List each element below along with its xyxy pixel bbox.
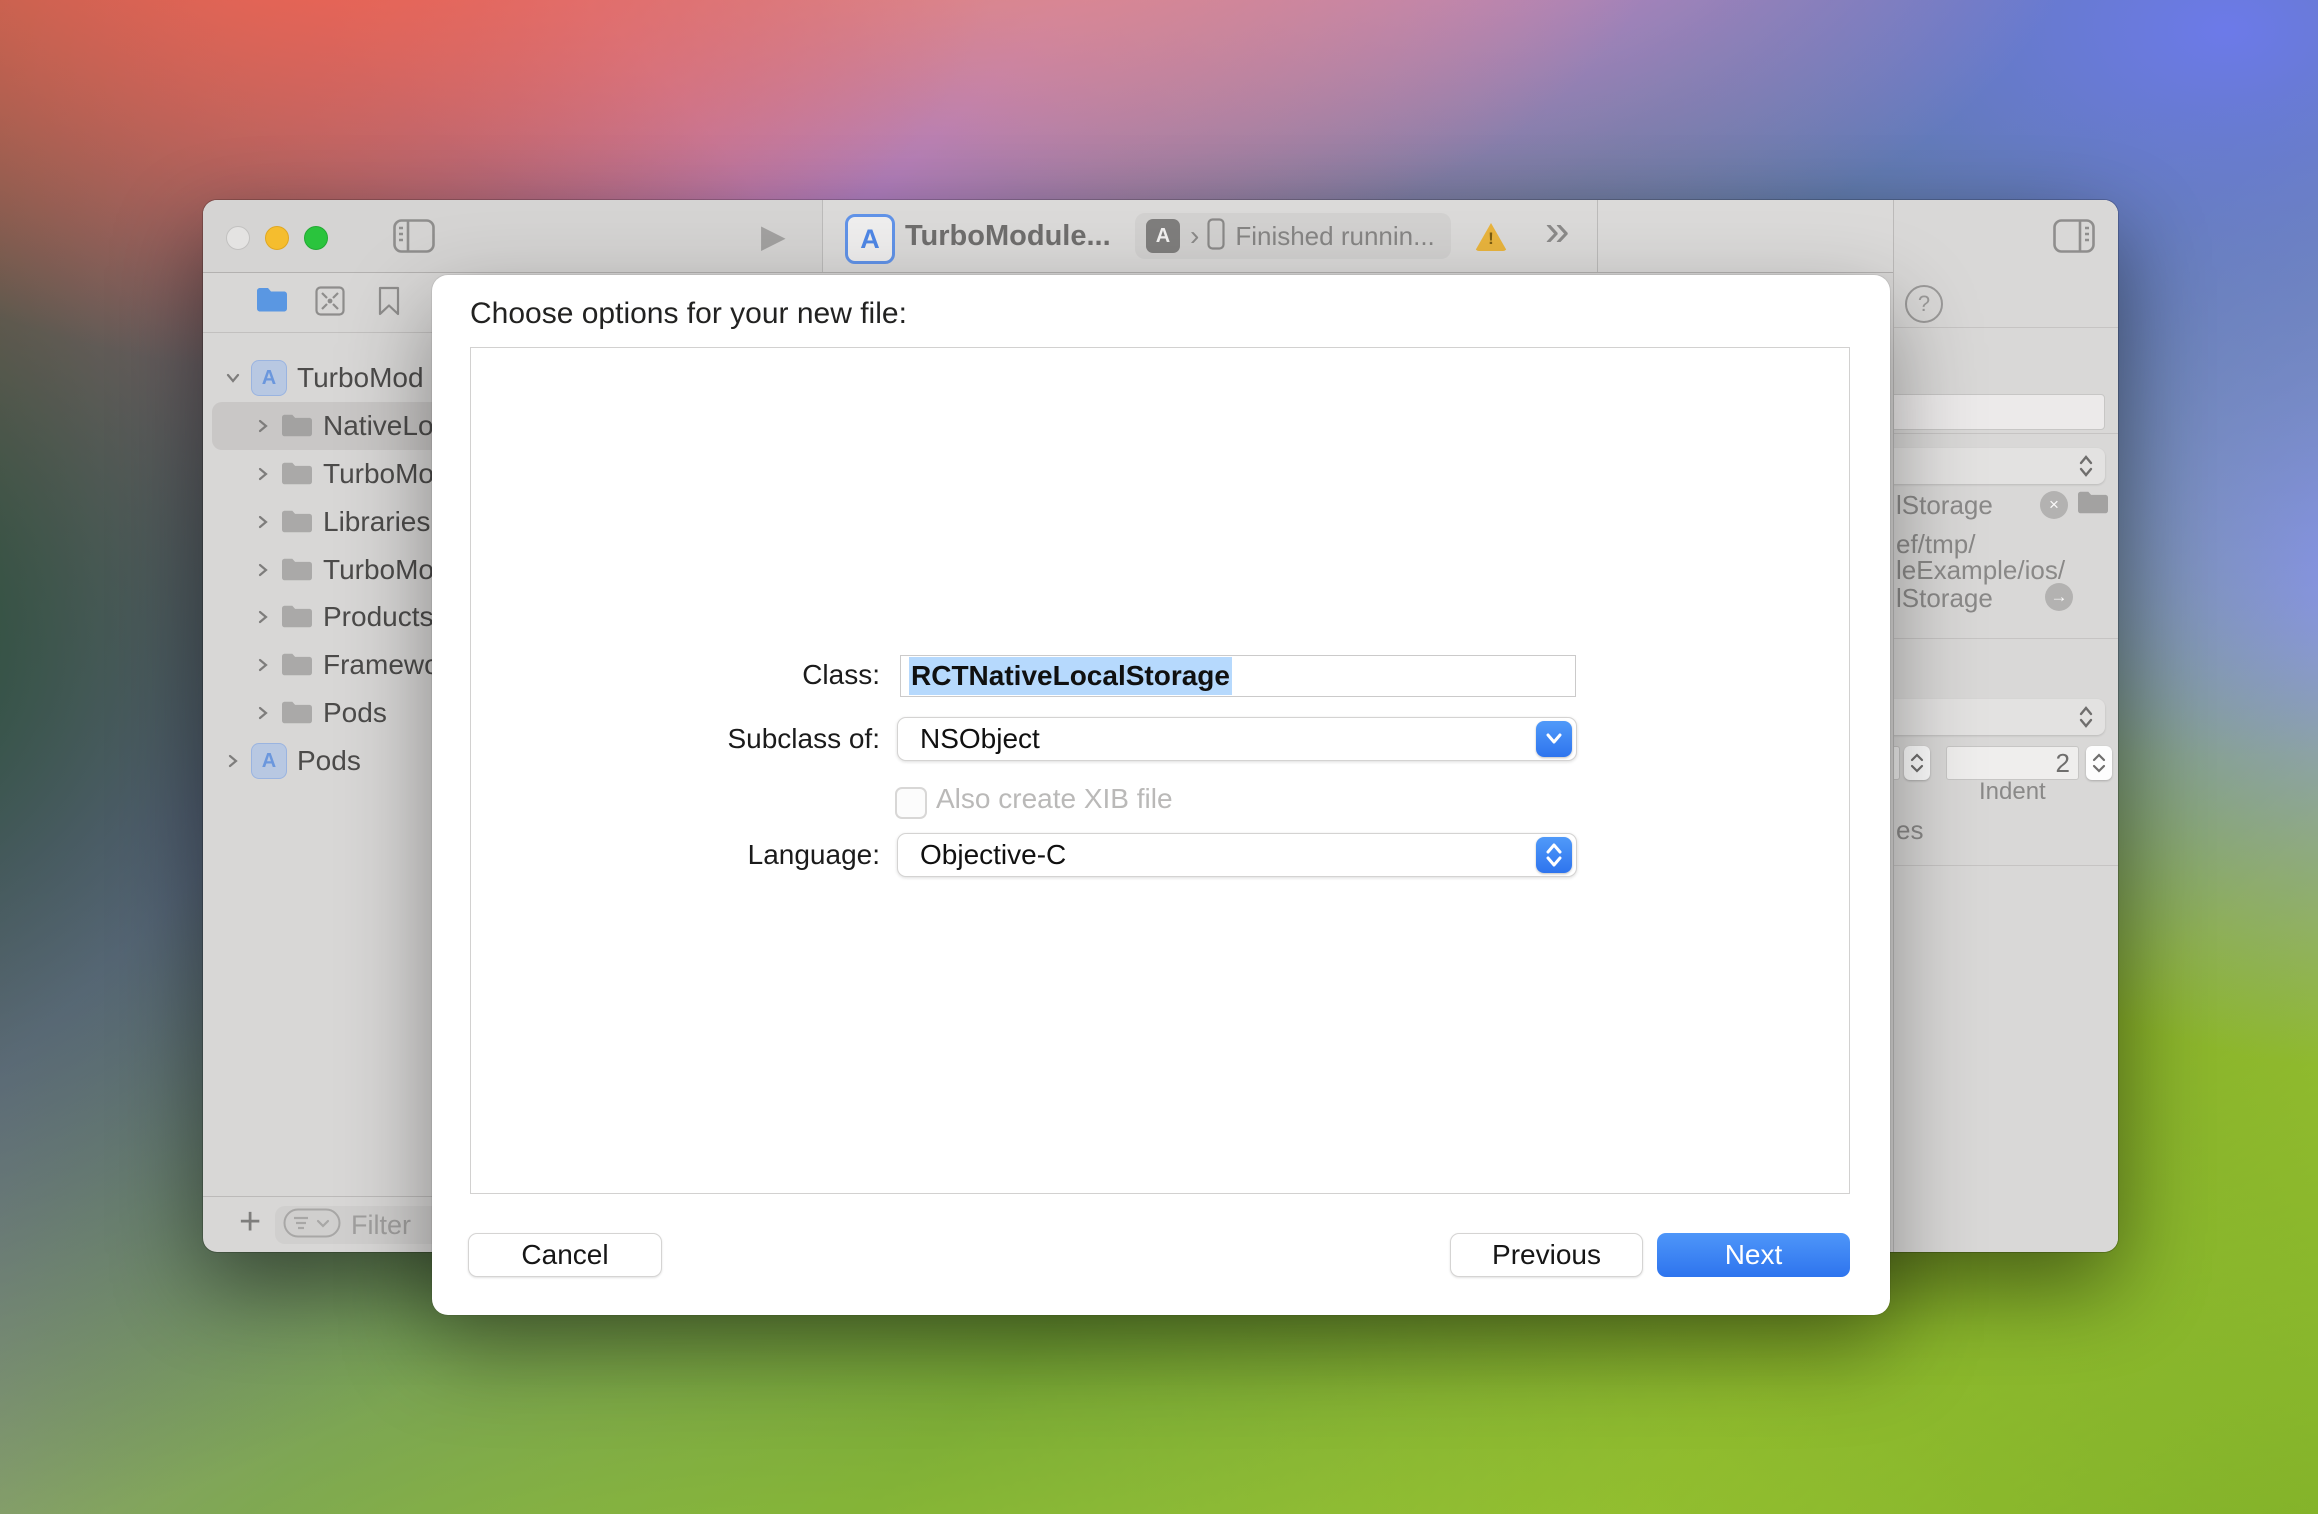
disclosure-chevron-right-icon[interactable]	[255, 514, 271, 530]
full-path-line: lStorage	[1896, 583, 1993, 614]
app-scheme-icon[interactable]: A	[845, 214, 895, 264]
help-button[interactable]: ?	[1905, 285, 1943, 323]
new-file-options-sheet: Choose options for your new file: Class:…	[432, 275, 1890, 1315]
folder-icon	[281, 700, 313, 726]
scheme-title[interactable]: TurboModule...	[905, 220, 1111, 253]
sheet-title: Choose options for your new file:	[470, 297, 907, 331]
subclass-label: Subclass of:	[632, 717, 880, 761]
breadcrumb-chevron-icon: ›	[1190, 220, 1199, 252]
sidebar-item-label: Products	[323, 601, 434, 633]
folder-icon	[281, 461, 313, 487]
project-navigator-icon[interactable]	[255, 286, 289, 319]
inspector-name-field[interactable]: lStorage	[1894, 394, 2105, 430]
combo-chevron-down-icon[interactable]	[1536, 721, 1572, 757]
folder-icon	[281, 413, 313, 439]
popup-updown-icon	[2077, 704, 2095, 737]
indent-value-field[interactable]: 2	[1946, 746, 2079, 780]
selected-text: RCTNativeLocalStorage	[909, 657, 1232, 695]
file-inspector-panel: ? lStorage Group lStorage × ef/tmp/ leEx…	[1894, 272, 2118, 1252]
disclosure-chevron-down-icon[interactable]	[225, 370, 241, 386]
inspector-divider	[1894, 865, 2118, 866]
disclosure-chevron-right-icon[interactable]	[225, 753, 241, 769]
indent-label: Indent	[1979, 778, 2046, 806]
inspector-panel-divider	[1893, 200, 1894, 1252]
folder-icon	[281, 652, 313, 678]
sidebar-item-label: Pods	[323, 697, 387, 729]
minimize-button[interactable]	[265, 226, 289, 250]
sidebar-item-label: NativeLo	[323, 410, 434, 442]
folder-icon	[281, 557, 313, 583]
inspector-toggle-icon[interactable]	[2053, 219, 2095, 258]
class-label: Class:	[632, 653, 880, 697]
location-popup[interactable]: Group	[1894, 448, 2105, 484]
inspector-name-value: lStorage	[1894, 397, 1895, 428]
wrap-lines-fragment: es	[1896, 815, 1923, 846]
width-value-field[interactable]: 2	[1894, 746, 1900, 780]
open-path-arrow-button[interactable]: →	[2045, 583, 2073, 611]
activity-status-pill[interactable]: A › Finished runnin...	[1135, 213, 1451, 259]
toolbar-separator	[1597, 200, 1598, 272]
disclosure-chevron-right-icon[interactable]	[255, 705, 271, 721]
text-settings-popup[interactable]	[1894, 699, 2105, 735]
add-item-button[interactable]: +	[239, 1201, 261, 1244]
device-icon	[1207, 218, 1225, 255]
indent-stepper[interactable]	[2086, 746, 2112, 780]
project-icon: A	[251, 360, 287, 396]
close-button[interactable]	[226, 226, 250, 250]
run-status-text: Finished runnin...	[1235, 221, 1434, 252]
language-popup[interactable]: Objective-C	[897, 833, 1577, 877]
project-icon: A	[251, 743, 287, 779]
cancel-button[interactable]: Cancel	[468, 1233, 662, 1277]
sidebar-item-label: Libraries	[323, 506, 430, 538]
disclosure-chevron-right-icon[interactable]	[255, 609, 271, 625]
run-button[interactable]: ▶	[761, 216, 786, 256]
disclosure-chevron-right-icon[interactable]	[255, 466, 271, 482]
choose-folder-icon[interactable]	[2077, 490, 2109, 521]
inspector-file-name: lStorage	[1896, 490, 1993, 521]
sidebar-item-label: TurboMo	[323, 458, 434, 490]
folder-icon	[281, 509, 313, 535]
folder-icon	[281, 604, 313, 630]
bookmark-icon[interactable]	[378, 286, 400, 321]
disclosure-chevron-right-icon[interactable]	[255, 657, 271, 673]
xib-checkbox-label: Also create XIB file	[936, 783, 1173, 815]
warning-exclamation: !	[1475, 229, 1507, 249]
subclass-value: NSObject	[920, 723, 1040, 755]
app-target-chip-icon: A	[1146, 219, 1180, 253]
warnings-indicator[interactable]: !	[1475, 223, 1507, 251]
filter-icon	[283, 1208, 341, 1243]
language-value: Objective-C	[920, 839, 1066, 871]
filter-placeholder: Filter	[351, 1210, 411, 1241]
disclosure-chevron-right-icon[interactable]	[255, 562, 271, 578]
subclass-combo-box[interactable]: NSObject	[897, 717, 1577, 761]
class-name-input[interactable]: RCTNativeLocalStorage	[900, 655, 1576, 697]
full-path-line: leExample/ios/	[1896, 555, 2065, 586]
disclosure-chevron-right-icon[interactable]	[255, 418, 271, 434]
inspector-divider	[1894, 638, 2118, 639]
window-toolbar: ▶ A TurboModule... A › Finished runnin..…	[203, 200, 2118, 273]
previous-button[interactable]: Previous	[1450, 1233, 1643, 1277]
toolbar-separator	[822, 200, 823, 272]
sidebar-item-label: TurboMod	[297, 362, 424, 394]
source-control-icon[interactable]	[315, 286, 345, 321]
inspector-divider	[1894, 433, 2118, 434]
indent-value: 2	[2056, 748, 2070, 779]
popup-updown-icon[interactable]	[1536, 837, 1572, 873]
width-stepper[interactable]	[1904, 746, 1930, 780]
sidebar-item-label: TurboMo	[323, 554, 434, 586]
sidebar-item-label: Pods	[297, 745, 361, 777]
zoom-button[interactable]	[304, 226, 328, 250]
clear-location-button[interactable]: ×	[2040, 491, 2068, 519]
scheme-icon-letter: A	[860, 224, 880, 255]
options-content-box	[470, 347, 1850, 1194]
toolbar-overflow-icon[interactable]: »	[1545, 206, 1569, 256]
sidebar-toggle-icon[interactable]	[393, 219, 435, 258]
next-button[interactable]: Next	[1657, 1233, 1850, 1277]
xib-checkbox	[895, 787, 927, 819]
language-label: Language:	[632, 833, 880, 877]
inspector-divider	[1894, 327, 2118, 328]
popup-updown-icon	[2077, 453, 2095, 486]
sidebar-item-label: Framewo	[323, 649, 440, 681]
